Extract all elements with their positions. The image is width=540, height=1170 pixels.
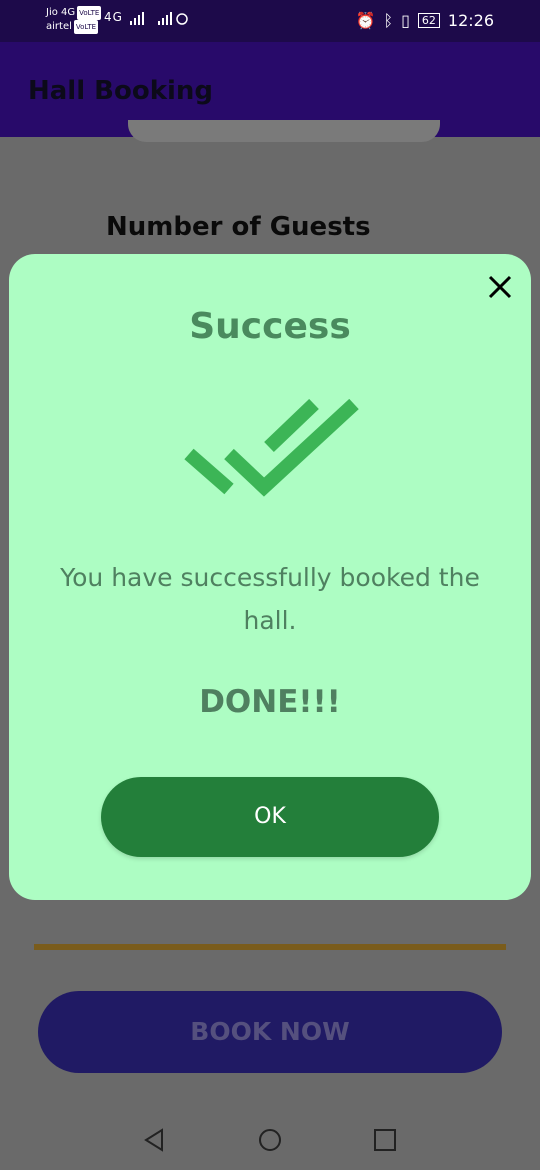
status-bar: Jio 4G VoLTE airtel VoLTE 4G ⏰ ᛒ ▯ 62 12:2… bbox=[0, 0, 540, 42]
bluetooth-icon: ᛒ bbox=[383, 11, 394, 30]
volte-tag: VoLTE bbox=[77, 6, 102, 20]
ok-button[interactable]: OK bbox=[101, 777, 439, 857]
network-type: 4G bbox=[104, 10, 123, 24]
book-now-button[interactable]: BOOK NOW bbox=[38, 991, 502, 1073]
nav-bar bbox=[0, 1110, 540, 1170]
home-icon[interactable] bbox=[255, 1125, 285, 1155]
guests-label: Number of Guests bbox=[106, 212, 371, 242]
carrier-info: Jio 4G VoLTE airtel VoLTE bbox=[46, 6, 102, 34]
vibrate-icon: ▯ bbox=[401, 11, 410, 30]
dialog-title: Success bbox=[189, 306, 351, 347]
close-icon[interactable] bbox=[485, 272, 515, 302]
divider bbox=[34, 944, 506, 950]
success-dialog: Success You have successfully booked the… bbox=[9, 254, 531, 900]
back-icon[interactable] bbox=[140, 1125, 170, 1155]
alarm-icon: ⏰ bbox=[355, 11, 376, 30]
dialog-message: You have successfully booked the hall. bbox=[60, 563, 480, 635]
volte-tag-2: VoLTE bbox=[73, 20, 99, 34]
status-icons: ⏰ ᛒ ▯ 62 12:26 bbox=[356, 11, 494, 30]
recents-icon[interactable] bbox=[370, 1125, 400, 1155]
date-card bbox=[128, 120, 440, 142]
carrier-jio: Jio 4G bbox=[46, 7, 76, 18]
battery-icon: 62 bbox=[417, 13, 440, 28]
double-check-icon bbox=[184, 398, 364, 509]
signal-icon: 4G bbox=[104, 10, 188, 25]
app-title: Hall Booking bbox=[28, 76, 214, 106]
dialog-done-text: DONE!!! bbox=[199, 684, 341, 720]
carrier-airtel: airtel bbox=[46, 21, 72, 32]
clock: 12:26 bbox=[447, 11, 494, 30]
